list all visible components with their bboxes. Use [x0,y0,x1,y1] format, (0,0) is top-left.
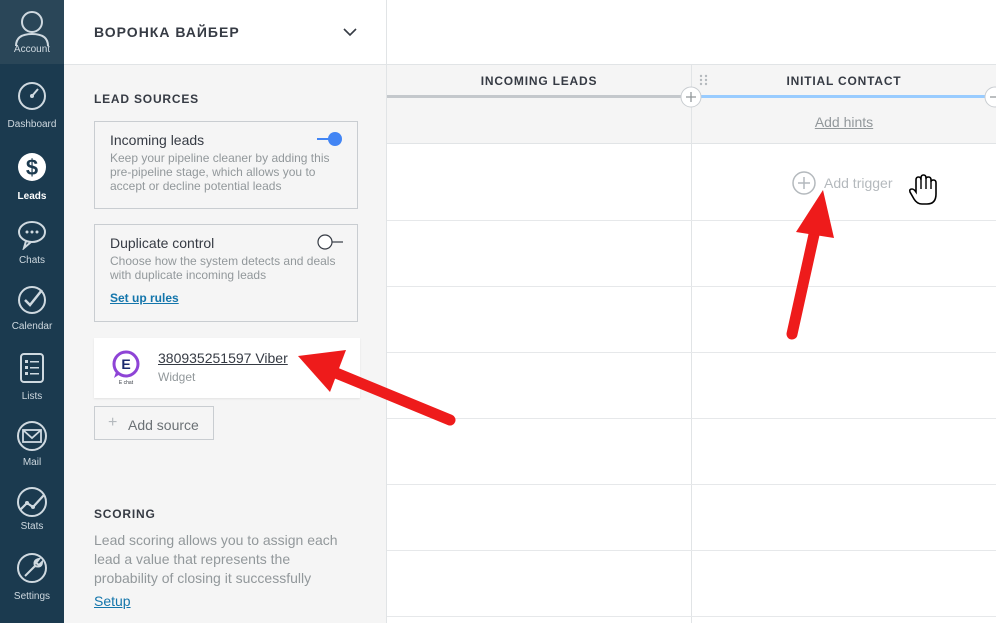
source-widget-card[interactable]: E E chat 380935251597 Viber Widget [94,338,360,398]
echat-logo-letter: E [121,356,130,372]
nav-item-label: Stats [20,521,44,532]
row-divider [387,616,996,617]
scoring-description: Lead scoring allows you to assign each l… [94,532,338,586]
duplicate-control-toggle[interactable] [315,233,345,251]
duplicate-control-title: Duplicate control [110,235,215,251]
row-divider [387,550,996,551]
scoring-title: SCORING [94,507,156,521]
nav-item-label: Mail [22,457,42,468]
scoring-setup-link[interactable]: Setup [94,593,131,609]
add-hints-link[interactable]: Add hints [692,114,996,130]
incoming-leads-card: Incoming leads Keep your pipeline cleane… [94,121,358,209]
stats-graph-icon [17,487,47,517]
incoming-leads-toggle[interactable] [315,130,345,148]
row-divider [387,220,996,221]
add-trigger-button[interactable]: Add trigger [792,171,912,195]
pipeline-settings-panel: ВОРОНКА ВАЙБЕР LEAD SOURCES Incoming lea… [64,0,387,623]
echat-logo-icon: E E chat [112,350,140,386]
pipeline-header: ВОРОНКА ВАЙБЕР [64,0,386,65]
lead-sources-title: LEAD SOURCES [94,92,199,106]
pipeline-name[interactable]: ВОРОНКА ВАЙБЕР [94,24,240,40]
row-divider [387,418,996,419]
widget-type: Widget [158,370,196,384]
nav-item-label: Lists [21,391,43,402]
nav-item-label: Calendar [11,321,53,332]
column-name: INCOMING LEADS [480,74,598,88]
row-divider [387,286,996,287]
list-icon [20,353,44,383]
widget-name-link[interactable]: 380935251597 Viber [158,350,288,366]
nav-item-calendar[interactable]: Calendar [0,284,64,350]
add-stage-plus-icon[interactable] [680,86,702,108]
duplicate-control-description: Choose how the system detects and deals … [110,254,336,282]
pipeline-board: INCOMING LEADS INITIAL CONTACT Add hints… [387,0,996,623]
add-source-label: Add source [128,417,199,433]
calendar-check-icon [18,286,46,314]
set-up-rules-link[interactable]: Set up rules [110,291,179,305]
board-top-bar [387,0,996,65]
plus-icon: + [108,414,118,431]
nav-item-leads[interactable]: $ Leads [0,150,64,216]
drag-handle-icon[interactable] [699,74,709,86]
hints-row: Add hints [692,98,996,144]
nav-item-dashboard[interactable]: Dashboard [0,80,64,146]
main-nav: Account Dashboard $ Leads Chats Calendar [0,0,64,623]
nav-item-label: Chats [18,255,46,266]
nav-item-label: Settings [13,591,51,602]
chevron-down-icon[interactable] [342,24,358,40]
column-name: INITIAL CONTACT [786,74,902,88]
incoming-leads-description: Keep your pipeline cleaner by adding thi… [110,151,330,193]
duplicate-control-card: Duplicate control Choose how the system … [94,224,358,322]
echat-logo-caption: E chat [119,380,134,386]
leads-dollar-icon: $ [18,153,46,181]
svg-text:$: $ [26,155,38,180]
account-avatar-icon [15,11,49,46]
nav-item-mail[interactable]: Mail [0,420,64,486]
add-source-button[interactable]: + Add source [94,406,214,440]
hand-cursor-icon [908,174,937,205]
column-header-incoming-leads: INCOMING LEADS [387,65,691,98]
hints-row-empty [387,98,691,144]
column-divider [691,65,692,623]
row-divider [387,484,996,485]
nav-item-chats[interactable]: Chats [0,218,64,284]
nav-item-label: Leads [17,191,47,202]
incoming-leads-title: Incoming leads [110,132,205,148]
nav-item-stats[interactable]: Stats [0,486,64,552]
wrench-icon [17,553,47,583]
mail-envelope-icon [17,421,47,451]
plus-circle-icon [792,171,816,195]
column-header-initial-contact[interactable]: INITIAL CONTACT [692,65,996,98]
row-divider [387,352,996,353]
chat-bubble-icon [18,221,46,250]
nav-item-label: Dashboard [7,119,57,130]
nav-account-label: Account [13,44,51,55]
nav-item-settings[interactable]: Settings [0,552,64,618]
dashboard-icon [18,82,46,110]
add-trigger-label: Add trigger [824,175,893,191]
nav-account[interactable]: Account [0,0,64,64]
nav-item-lists[interactable]: Lists [0,352,64,418]
